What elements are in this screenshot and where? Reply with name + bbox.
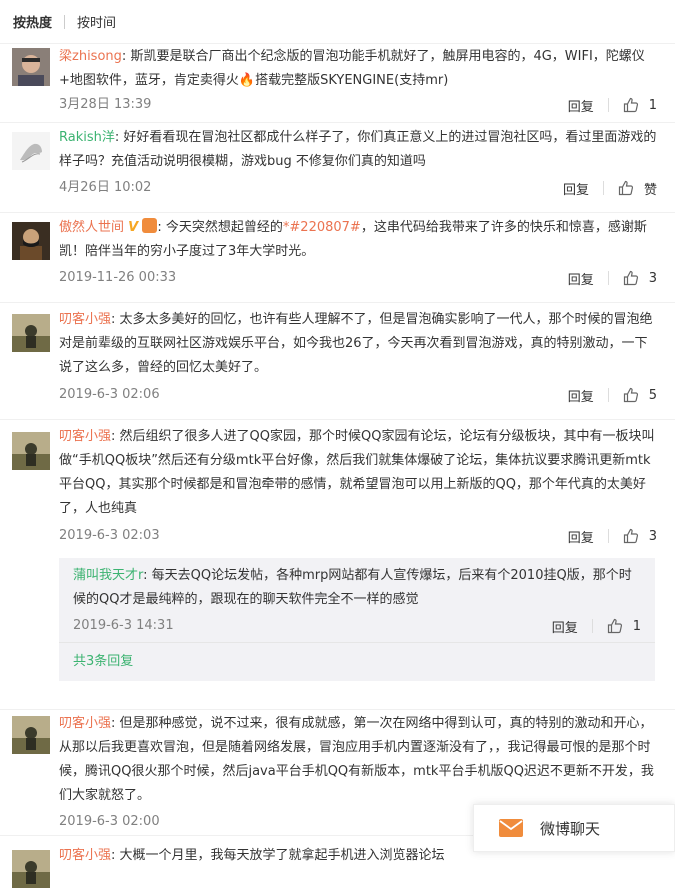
sort-divider — [64, 14, 66, 29]
more-replies-link[interactable]: 共3条回复 — [59, 642, 655, 681]
chat-button-label: 微博聊天 — [540, 819, 601, 838]
comment-item: 傲然人世间 V : 今天突然想起曾经的*#220807#，这串代码给我带来了许多… — [0, 213, 675, 303]
like-count: 3 — [648, 528, 657, 544]
sort-bar: 按热度 按时间 — [0, 0, 675, 44]
like-count: 1 — [632, 618, 641, 634]
sort-by-hot[interactable]: 按热度 — [13, 12, 52, 31]
like-button[interactable]: 1 — [623, 97, 657, 113]
comment-text: 梁zhisong: 斯凯要是联合厂商出个纪念版的冒泡功能手机就好了，触屏用电容的… — [59, 49, 645, 88]
like-button[interactable]: 3 — [623, 528, 657, 544]
comment-username[interactable]: 叨客小强 — [59, 429, 111, 444]
comment-time: 2019-6-3 02:06 — [59, 387, 160, 402]
like-button[interactable]: 1 — [607, 618, 641, 634]
reply-button[interactable]: 回复 — [552, 617, 578, 636]
thumbs-up-icon — [623, 97, 638, 113]
like-button[interactable]: 5 — [623, 387, 657, 403]
avatar[interactable] — [12, 222, 50, 260]
thumbs-up-icon — [623, 270, 638, 286]
reply-button[interactable]: 回复 — [563, 179, 589, 198]
comment-time: 4月26日 10:02 — [59, 180, 152, 195]
comment-footer: 2019-6-3 02:06 回复 5 — [59, 383, 657, 407]
hashtag-link[interactable]: *#220807# — [283, 220, 361, 235]
sub-reply-text: 蒲叫我天才r: 每天去QQ论坛发帖，各种mrp网站都有人宣传爆坛，后来有个201… — [73, 568, 632, 607]
comment-footer: 2019-6-3 02:03 回复 3 — [59, 524, 657, 548]
avatar[interactable] — [12, 314, 50, 352]
like-button[interactable]: 赞 — [618, 179, 657, 198]
reply-button[interactable]: 回复 — [568, 527, 594, 546]
comment-text: Rakish洋: 好好看看现在冒泡社区都成什么样子了，你们真正意义上的进过冒泡社… — [59, 130, 657, 169]
avatar[interactable] — [12, 132, 50, 170]
thumbs-up-icon — [623, 387, 638, 403]
like-button[interactable]: 3 — [623, 270, 657, 286]
sub-reply-username[interactable]: 蒲叫我天才r — [73, 568, 143, 583]
sort-by-time[interactable]: 按时间 — [77, 12, 116, 31]
verified-badge: V — [128, 220, 139, 235]
comment-username[interactable]: 叨客小强 — [59, 312, 111, 327]
sub-reply: 蒲叫我天才r: 每天去QQ论坛发帖，各种mrp网站都有人宣传爆坛，后来有个201… — [59, 558, 655, 642]
comment-username[interactable]: 叨客小强 — [59, 848, 111, 863]
comment-time: 2019-6-3 02:00 — [59, 814, 160, 829]
like-count: 赞 — [643, 182, 657, 198]
thumbs-up-icon — [618, 180, 634, 196]
comment-text: 叨客小强: 但是那种感觉，说不过来，很有成就感，第一次在网络中得到认可，真的特别… — [59, 716, 654, 803]
avatar[interactable] — [12, 432, 50, 470]
comment-footer: 2019-11-26 00:33 回复 3 — [59, 266, 657, 290]
member-icon — [142, 218, 158, 233]
comment-username[interactable]: 傲然人世间 — [59, 220, 124, 235]
comment-time: 2019-11-26 00:33 — [59, 270, 177, 285]
comment-text: 叨客小强: 然后组织了很多人进了QQ家园，那个时候QQ家园有论坛，论坛有分级板块… — [59, 429, 655, 516]
comment-username[interactable]: Rakish洋 — [59, 130, 115, 145]
reply-button[interactable]: 回复 — [568, 269, 594, 288]
avatar[interactable] — [12, 716, 50, 754]
comment-text: 傲然人世间 V : 今天突然想起曾经的*#220807#，这串代码给我带来了许多… — [59, 218, 647, 259]
thumbs-up-icon — [607, 618, 622, 634]
like-count: 5 — [648, 387, 657, 403]
comment-item: Rakish洋: 好好看看现在冒泡社区都成什么样子了，你们真正意义上的进过冒泡社… — [0, 123, 675, 213]
sub-reply-time: 2019-6-3 14:31 — [73, 618, 174, 633]
comment-footer: 3月28日 13:39 回复 1 — [59, 93, 657, 117]
comment-username[interactable]: 梁zhisong — [59, 49, 122, 64]
avatar[interactable] — [12, 850, 50, 888]
comment-text: 叨客小强: 太多太多美好的回忆，也许有些人理解不了，但是冒泡确实影响了一代人，那… — [59, 312, 653, 375]
thumbs-up-icon — [623, 528, 638, 544]
comment-item: 叨客小强: 太多太多美好的回忆，也许有些人理解不了，但是冒泡确实影响了一代人，那… — [0, 303, 675, 420]
comment-footer: 4月26日 10:02 回复 赞 — [59, 176, 657, 200]
like-count: 1 — [648, 97, 657, 113]
reply-button[interactable]: 回复 — [568, 96, 594, 115]
comment-time: 3月28日 13:39 — [59, 97, 152, 112]
comment-username[interactable]: 叨客小强 — [59, 716, 111, 731]
comment-item: 叨客小强: 然后组织了很多人进了QQ家园，那个时候QQ家园有论坛，论坛有分级板块… — [0, 420, 675, 710]
comment-time: 2019-6-3 02:03 — [59, 528, 160, 543]
weibo-chat-button[interactable]: 微博聊天 — [473, 804, 675, 852]
chat-mail-icon — [499, 819, 523, 837]
comment-item: 梁zhisong: 斯凯要是联合厂商出个纪念版的冒泡功能手机就好了，触屏用电容的… — [0, 44, 675, 123]
sub-reply-footer: 2019-6-3 14:31 回复 1 — [73, 614, 641, 638]
reply-button[interactable]: 回复 — [568, 386, 594, 405]
avatar[interactable] — [12, 48, 50, 86]
like-count: 3 — [648, 270, 657, 286]
